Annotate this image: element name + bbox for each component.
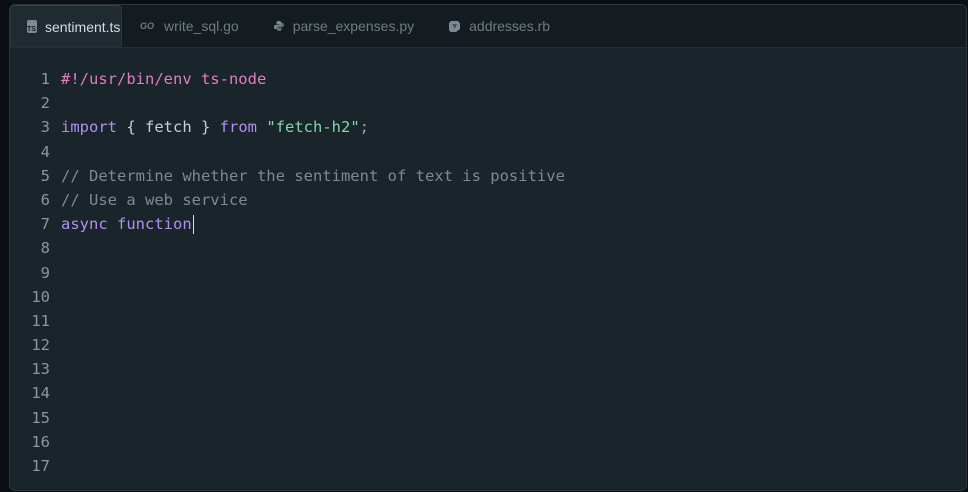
code-line-12: 12 xyxy=(10,333,966,357)
line-number: 14 xyxy=(31,384,50,403)
line-number: 17 xyxy=(31,457,50,475)
line-number: 11 xyxy=(31,311,50,330)
line-number: 6 xyxy=(40,190,50,209)
line-number: 9 xyxy=(40,263,50,282)
tab-label: write_sql.go xyxy=(164,18,239,34)
line-number: 10 xyxy=(31,287,50,306)
import-keyword: import xyxy=(61,118,117,137)
code-line-1: 1 #!/usr/bin/env ts-node xyxy=(10,67,966,91)
code-line-17: 17 xyxy=(10,454,966,478)
line-number: 7 xyxy=(40,215,50,234)
tab-bar: TS sentiment.ts GO write_sql.go parse_ex… xyxy=(10,5,966,48)
line-number: 16 xyxy=(31,432,50,451)
tab-label: addresses.rb xyxy=(469,18,551,34)
line-number: 5 xyxy=(40,166,50,185)
line-number: 13 xyxy=(31,360,50,379)
code-line-3: 3 import { fetch } from "fetch-h2"; xyxy=(10,115,966,139)
line-number: 1 xyxy=(40,70,50,88)
line-number: 4 xyxy=(40,142,50,161)
line-number: 15 xyxy=(31,408,50,427)
module-string: "fetch-h2" xyxy=(266,118,360,137)
code-line-8: 8 xyxy=(10,236,966,260)
go-icon: GO xyxy=(139,21,154,31)
tab-addresses-rb[interactable]: addresses.rb xyxy=(432,5,568,47)
semicolon: ; xyxy=(359,118,369,137)
tab-sentiment-ts[interactable]: TS sentiment.ts xyxy=(10,5,122,47)
tab-label: sentiment.ts xyxy=(44,18,121,35)
line-number: 2 xyxy=(40,94,50,113)
ruby-icon xyxy=(448,20,461,33)
text-cursor xyxy=(192,215,194,235)
code-line-2: 2 xyxy=(10,91,966,115)
line-number: 8 xyxy=(40,239,50,258)
code-line-13: 13 xyxy=(10,357,966,381)
tab-parse-expenses-py[interactable]: parse_expenses.py xyxy=(257,5,432,47)
line-number: 3 xyxy=(40,118,50,137)
shebang: #!/usr/bin/env ts-node xyxy=(61,70,267,88)
code-line-15: 15 xyxy=(10,406,966,430)
line-number: 12 xyxy=(31,336,50,355)
from-keyword: from xyxy=(219,118,257,137)
python-icon xyxy=(273,20,285,32)
tab-write-sql-go[interactable]: GO write_sql.go xyxy=(122,5,257,47)
code-line-5: 5 // Determine whether the sentiment of … xyxy=(10,164,966,188)
comment: // Determine whether the sentiment of te… xyxy=(61,166,565,185)
async-keyword: async xyxy=(61,215,108,234)
code-editor[interactable]: 1 #!/usr/bin/env ts-node 2 3 import { fe… xyxy=(10,48,966,478)
code-line-4: 4 xyxy=(10,140,966,164)
import-specifier: { fetch } xyxy=(117,118,220,137)
code-line-10: 10 xyxy=(10,285,966,309)
tab-label: parse_expenses.py xyxy=(292,18,415,34)
code-line-6: 6 // Use a web service xyxy=(10,188,966,212)
code-line-7: 7 async function xyxy=(10,212,966,236)
editor-window: TS sentiment.ts GO write_sql.go parse_ex… xyxy=(9,4,967,491)
code-line-14: 14 xyxy=(10,381,966,405)
code-line-9: 9 xyxy=(10,261,966,285)
comment: // Use a web service xyxy=(61,190,248,209)
code-line-16: 16 xyxy=(10,430,966,454)
function-keyword: function xyxy=(117,215,192,234)
typescript-icon: TS xyxy=(27,20,37,33)
code-line-11: 11 xyxy=(10,309,966,333)
